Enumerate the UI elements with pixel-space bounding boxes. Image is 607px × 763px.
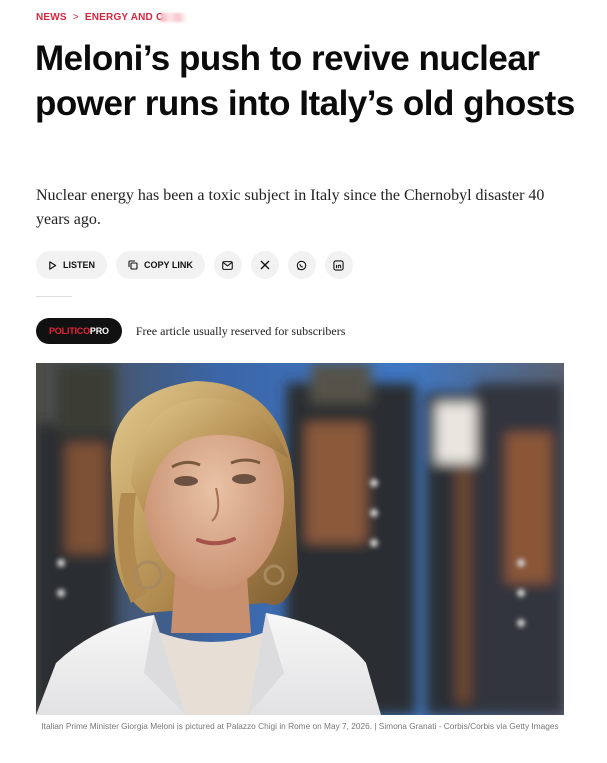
photo-illustration: [36, 363, 564, 715]
article-title: Meloni’s push to revive nuclear power ru…: [35, 39, 575, 123]
photo-caption: Italian Prime Minister Giorgia Meloni is…: [41, 721, 559, 731]
copy-link-label: COPY LINK: [144, 260, 193, 270]
breadcrumb-blur: [161, 12, 188, 22]
politico-pro-badge[interactable]: POLITICO PRO: [36, 318, 122, 344]
pro-banner: POLITICO PRO Free article usually reserve…: [36, 318, 345, 344]
x-icon: [260, 260, 270, 270]
share-toolbar: LISTEN COPY LINK: [36, 251, 353, 279]
copy-icon: [128, 260, 138, 270]
article-dek: Nuclear energy has been a toxic subject …: [36, 187, 545, 228]
whatsapp-icon: [297, 260, 307, 270]
breadcrumb: NEWS > ENERGY AND C: [36, 12, 188, 23]
pro-badge-suffix: PRO: [89, 326, 109, 336]
share-email-button[interactable]: [213, 251, 242, 279]
article-photo: [36, 363, 564, 715]
email-icon: [222, 260, 234, 270]
divider: [36, 296, 72, 297]
share-x-button[interactable]: [250, 251, 279, 279]
pro-note: Free article usually reserved for subscr…: [135, 323, 346, 338]
play-icon: [49, 260, 57, 270]
breadcrumb-energy[interactable]: ENERGY AND C: [85, 12, 188, 23]
copy-link-button[interactable]: COPY LINK: [116, 251, 205, 279]
pro-badge-brand: POLITICO: [49, 326, 90, 336]
listen-label: LISTEN: [63, 260, 96, 270]
share-whatsapp-button[interactable]: [287, 251, 316, 279]
linkedin-icon: [333, 259, 344, 271]
listen-button[interactable]: LISTEN: [36, 251, 108, 279]
breadcrumb-news[interactable]: NEWS: [36, 12, 67, 23]
breadcrumb-energy-label: ENERGY AND C: [84, 12, 164, 23]
share-linkedin-button[interactable]: [324, 251, 353, 279]
breadcrumb-separator: >: [72, 12, 79, 23]
